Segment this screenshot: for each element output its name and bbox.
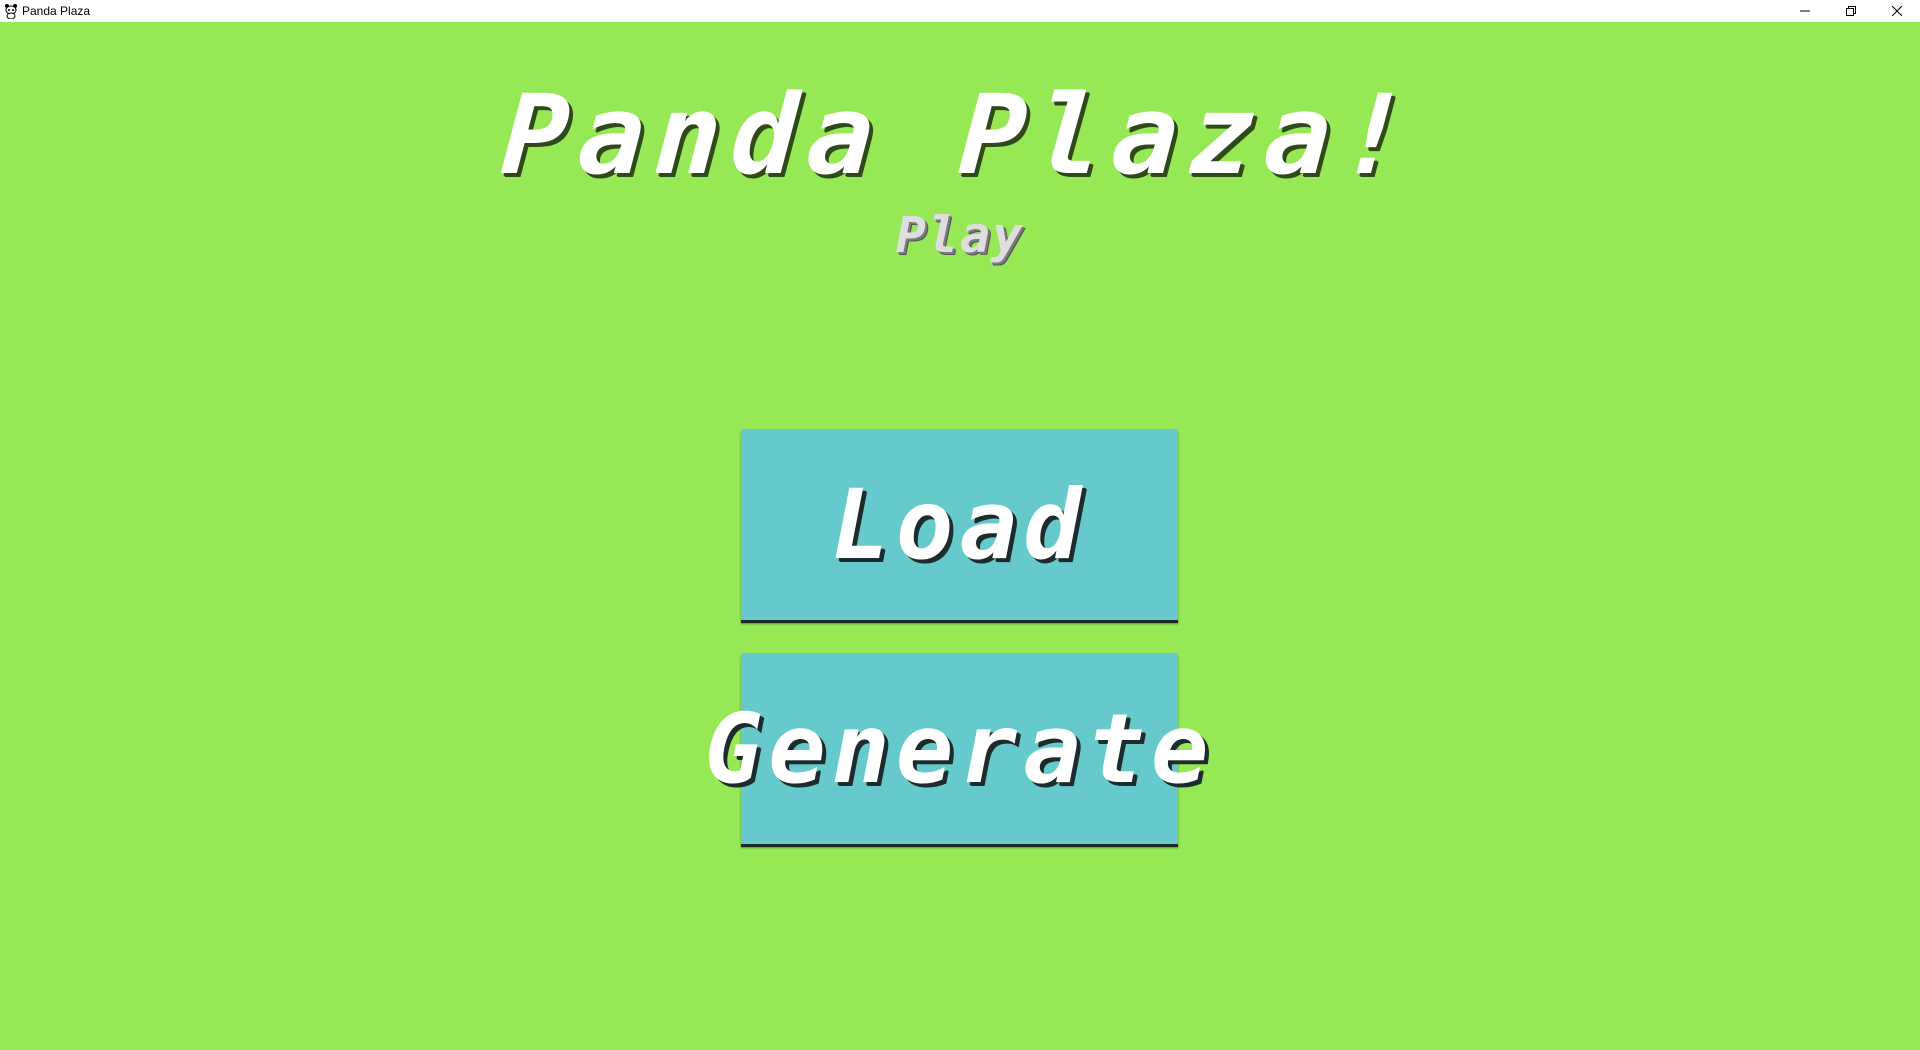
window-titlebar: Panda Plaza (0, 0, 1920, 22)
generate-button[interactable]: Generate (704, 653, 1209, 844)
game-main-menu: Panda Plaza! Play Load Generate (0, 22, 1920, 1050)
minimize-icon[interactable] (1782, 0, 1828, 22)
menu-subtitle: Play (895, 206, 1025, 264)
load-button[interactable]: Load (741, 429, 1178, 620)
panda-app-icon[interactable] (0, 0, 22, 22)
window-controls (1782, 0, 1920, 22)
game-title: Panda Plaza! (498, 71, 1422, 199)
window-title: Panda Plaza (22, 4, 91, 18)
load-button-label: Load (831, 468, 1088, 581)
restore-icon[interactable] (1828, 0, 1874, 22)
generate-button-label: Generate (704, 692, 1215, 805)
close-icon[interactable] (1874, 0, 1920, 22)
